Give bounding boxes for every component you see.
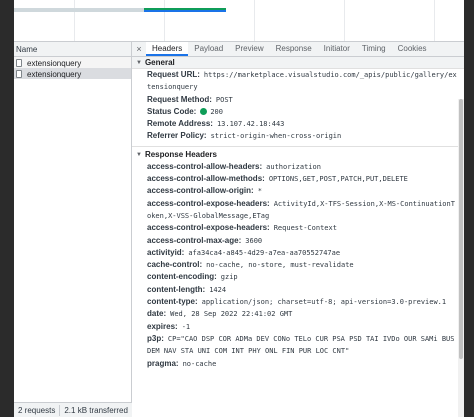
header-key: pragma: [147,358,179,368]
header-key: activityid: [147,247,185,257]
header-key: expires: [147,321,178,331]
window-frame-right [464,0,474,417]
header-key: access-control-max-age: [147,235,242,245]
header-key: cache-control: [147,260,203,270]
detail-tab-bar: × Headers Payload Preview Response Initi… [132,42,464,57]
timeline-gridline [74,0,75,41]
field-key: Status Code: [147,106,197,116]
field-value: POST [215,95,233,104]
response-header-row: p3p: CP="CAO DSP COR ADMa DEV CONo TELo C… [132,333,464,358]
field-value: 13.107.42.18:443 [216,120,285,129]
response-header-row: date: Wed, 28 Sep 2022 22:41:02 GMT [132,308,464,320]
timeline-gridline [164,0,165,41]
tab-timing[interactable]: Timing [356,42,392,56]
response-header-row: expires: -1 [132,321,464,333]
header-key: date: [147,309,167,319]
response-header-row: content-encoding: gzip [132,271,464,283]
general-field-referrer-policy: Referrer Policy: strict-origin-when-cross… [132,130,464,142]
response-header-row: content-length: 1424 [132,284,464,296]
field-key: Request URL: [147,70,200,79]
header-value: no-cache, no-store, must-revalidate [206,261,354,270]
field-value: strict-origin-when-cross-origin [210,132,342,141]
response-header-row: access-control-max-age: 3600 [132,235,464,247]
request-detail-panel: × Headers Payload Preview Response Initi… [132,42,464,417]
header-key: content-encoding: [147,272,217,282]
field-key: Referrer Policy: [147,131,207,141]
timeline-waiting-bar [14,8,144,12]
header-key: access-control-allow-methods: [147,174,265,184]
request-name: extensionquery [27,58,82,68]
header-value: authorization [266,162,321,171]
collapse-triangle-icon: ▼ [136,151,142,158]
header-value: gzip [220,273,238,282]
field-key: Request Method: [147,94,212,104]
response-header-row: access-control-allow-origin: * [132,185,464,197]
tab-payload[interactable]: Payload [188,42,229,56]
field-key: Remote Address: [147,119,213,129]
document-icon [16,59,22,67]
header-value: application/json; charset=utf-8; api-ver… [201,298,447,307]
header-key: p3p: [147,333,164,343]
timeline-gridline [254,0,255,41]
request-row-selected[interactable]: extensionquery [14,68,131,79]
request-row[interactable]: extensionquery [14,57,131,68]
field-value: 200 [210,107,223,116]
window-frame-left [0,0,14,417]
general-field-request-method: Request Method: POST [132,94,464,106]
response-headers-section-header[interactable]: ▼ Response Headers [132,149,464,161]
collapse-triangle-icon: ▼ [136,59,142,66]
response-header-row: activityid: afa34ca4-a845-4d29-a7ea-aa705… [132,247,464,259]
general-section-header[interactable]: ▼ General [132,57,464,69]
timeline-gridline [344,0,345,41]
header-key: content-type: [147,297,198,307]
response-header-row: content-type: application/json; charset=u… [132,296,464,308]
request-list-panel: Name extensionquery extensionquery 2 req… [14,42,132,417]
header-value: afa34ca4-a845-4d29-a7ea-aa70552747ae [188,248,341,257]
status-ok-icon [200,107,208,115]
request-count: 2 requests [18,405,56,415]
header-value: * [257,187,262,196]
header-value: no-cache [182,359,217,368]
general-field-remote-address: Remote Address: 13.107.42.18:443 [132,118,464,130]
header-key: access-control-expose-headers: [147,198,270,208]
section-title: Response Headers [144,150,217,160]
header-value: OPTIONS,GET,POST,PATCH,PUT,DELETE [268,175,408,184]
detail-scrollbar-thumb[interactable] [459,99,463,359]
request-name: extensionquery [27,69,82,79]
name-column-header[interactable]: Name [14,42,131,57]
document-icon [16,70,22,78]
network-timeline-overview[interactable] [14,0,464,42]
header-value: 3600 [245,236,263,245]
tab-response[interactable]: Response [270,42,318,56]
tab-cookies[interactable]: Cookies [392,42,433,56]
general-field-request-url: Request URL: https://marketplace.visualst… [132,69,464,94]
response-header-row: access-control-expose-headers: Request-Co… [132,222,464,234]
header-value: Request-Context [273,224,337,233]
section-title: General [144,58,175,67]
response-header-row: access-control-expose-headers: ActivityId… [132,198,464,223]
header-value: 1424 [209,285,227,294]
header-key: access-control-allow-headers: [147,161,263,171]
devtools-network-panel: Name extensionquery extensionquery 2 req… [14,0,464,417]
header-key: access-control-expose-headers: [147,223,270,233]
header-value: Wed, 28 Sep 2022 22:41:02 GMT [170,310,293,319]
header-value: CP="CAO DSP COR ADMa DEV CONo TELo CUR P… [147,334,455,356]
header-key: content-length: [147,284,206,294]
transferred-size: 2.1 kB transferred [64,405,128,415]
response-header-row: pragma: no-cache [132,358,464,370]
tab-initiator[interactable]: Initiator [318,42,356,56]
tab-preview[interactable]: Preview [229,42,269,56]
close-icon[interactable]: × [132,42,146,56]
network-status-bar: 2 requests 2.1 kB transferred [14,402,132,417]
header-value: -1 [181,322,191,331]
timeline-gridline [434,0,435,41]
general-field-status-code: Status Code: 200 [132,106,464,118]
header-key: access-control-allow-origin: [147,186,254,196]
tab-headers[interactable]: Headers [146,42,189,56]
section-divider [132,145,464,147]
timeline-receiving-bar-secondary [144,8,226,10]
response-header-row: cache-control: no-cache, no-store, must-r… [132,259,464,271]
response-header-row: access-control-allow-headers: authorizati… [132,161,464,173]
response-header-row: access-control-allow-methods: OPTIONS,GET… [132,173,464,185]
